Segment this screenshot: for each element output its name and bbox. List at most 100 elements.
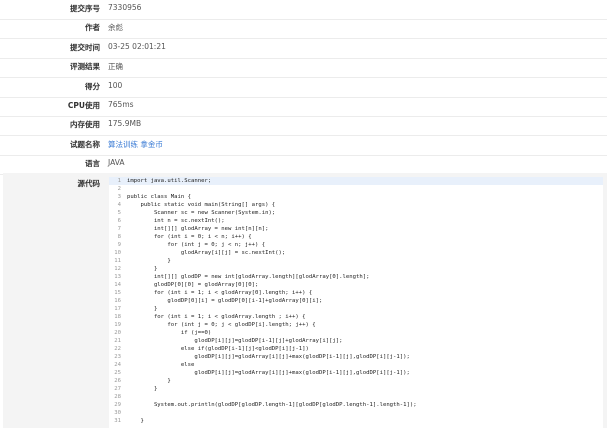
line-number: 25 — [114, 370, 121, 376]
code-text: glodDP[0][0] = glodArray[0][0]; — [127, 282, 259, 288]
code-line: 27 } — [109, 385, 603, 393]
code-line: 12 } — [109, 265, 603, 273]
code-line: 15 for (int i = 1; i < glodArray[0].leng… — [109, 289, 603, 297]
judge-result-label: 评测结果 — [70, 62, 100, 72]
code-text: } — [127, 418, 144, 424]
author-label: 作者 — [85, 23, 100, 33]
line-number: 28 — [114, 394, 121, 400]
score-value: 100 — [108, 80, 123, 90]
code-line: 9 for (int j = 0; j < n; j++) { — [109, 241, 603, 249]
code-line: 24 else — [109, 361, 603, 369]
code-line: 28 — [109, 393, 603, 401]
line-number: 21 — [114, 338, 121, 344]
code-line: 29 System.out.println(glodDP[glodDP.leng… — [109, 401, 603, 409]
line-number: 3 — [117, 194, 121, 200]
line-number: 7 — [117, 226, 121, 232]
submission-id-label: 提交序号 — [70, 4, 100, 13]
code-line: 11 } — [109, 257, 603, 265]
code-text: public static void main(String[] args) { — [127, 202, 276, 208]
submission-id-value: 7330956 — [108, 3, 142, 12]
code-line: 30 — [109, 409, 603, 417]
submit-time-row: 提交时间 03-25 02:01:21 — [0, 39, 607, 59]
code-line: 25 glodDP[i][j]=glodArray[i][j]+max(glod… — [109, 369, 603, 377]
cpu-usage-label: CPU使用 — [67, 101, 100, 110]
code-text: import java.util.Scanner; — [127, 178, 212, 184]
line-number: 9 — [117, 242, 121, 248]
line-number: 15 — [114, 290, 121, 296]
code-line: 4 public static void main(String[] args)… — [109, 201, 603, 209]
line-number: 1 — [117, 178, 121, 184]
line-number: 11 — [114, 258, 121, 264]
author-value: 余彪 — [108, 23, 123, 33]
line-number: 13 — [114, 274, 121, 280]
problem-name-value[interactable]: 算法训练 拿金币 — [108, 139, 163, 150]
author-row: 作者 余彪 — [0, 19, 607, 40]
code-text: int[][] glodArray = new int[n][n]; — [127, 226, 269, 232]
code-line: 5 Scanner sc = new Scanner(System.in); — [109, 209, 603, 217]
judge-result-row: 评测结果 正确 — [0, 58, 607, 79]
code-text: int[][] glodDP = new int[glodArray.lengt… — [127, 274, 370, 280]
line-number: 19 — [114, 322, 121, 328]
line-number: 26 — [114, 378, 121, 384]
line-number: 23 — [114, 354, 121, 360]
code-text: int n = sc.nextInt(); — [127, 218, 225, 224]
code-line: 3 public class Main { — [109, 193, 603, 201]
line-number: 27 — [114, 386, 121, 392]
code-line: 23 glodDP[i][j]=glodArray[i][j]+max(glod… — [109, 353, 603, 361]
score-label: 得分 — [85, 81, 100, 91]
line-number: 29 — [114, 402, 121, 408]
submit-time-value: 03-25 02:01:21 — [108, 41, 166, 51]
code-line: 10 glodArray[i][j] = sc.nextInt(); — [109, 249, 603, 257]
code-line: 20 if (j==0) — [109, 329, 603, 337]
code-line: 6 int n = sc.nextInt(); — [109, 217, 603, 225]
code-line: 14 glodDP[0][0] = glodArray[0][0]; — [109, 281, 603, 289]
code-text: glodDP[0][i] = glodDP[0][i-1]+glodArray[… — [127, 298, 323, 304]
code-line: 7 int[][] glodArray = new int[n][n]; — [109, 225, 603, 233]
line-number: 20 — [114, 330, 121, 336]
code-text: } — [127, 266, 158, 272]
code-text: } — [127, 306, 158, 312]
source-code-box[interactable]: 1 import java.util.Scanner; 2 3 public class… — [109, 177, 603, 428]
line-number: 14 — [114, 282, 121, 288]
code-text: else — [127, 362, 195, 368]
line-number: 22 — [114, 346, 121, 352]
code-text: glodDP[i][j]=glodDP[i-1][j]+glodArray[i]… — [127, 338, 343, 344]
code-text: glodArray[i][j] = sc.nextInt(); — [127, 250, 286, 256]
code-text: glodDP[i][j]=glodArray[i][j]+max(glodDP[… — [127, 370, 410, 376]
code-text: for (int j = 0; j < n; j++) { — [127, 242, 266, 248]
line-number: 30 — [114, 410, 121, 416]
line-number: 8 — [117, 234, 121, 240]
line-number: 18 — [114, 314, 121, 320]
code-line: 17 } — [109, 305, 603, 313]
memory-usage-row: 内存使用 175.9MB — [0, 116, 607, 137]
submit-time-label: 提交时间 — [70, 42, 100, 52]
memory-usage-value: 175.9MB — [108, 119, 142, 129]
code-text: public class Main { — [127, 194, 191, 200]
line-number: 31 — [114, 418, 121, 424]
code-text: Scanner sc = new Scanner(System.in); — [127, 210, 276, 216]
code-line: 1 import java.util.Scanner; — [109, 177, 603, 185]
code-line: 18 for (int i = 1; i < glodArray.length … — [109, 313, 603, 321]
cpu-usage-row: CPU使用 765ms — [0, 97, 607, 117]
judge-result-value: 正确 — [108, 62, 123, 72]
line-number: 16 — [114, 298, 121, 304]
cpu-usage-value: 765ms — [108, 100, 134, 109]
code-text: glodDP[i][j]=glodArray[i][j]+max(glodDP[… — [127, 354, 410, 360]
code-text: else if(glodDP[i-1][j]<glodDP[i][j-1]) — [127, 346, 309, 352]
code-text: for (int i = 0; i < n; i++) { — [127, 234, 252, 240]
code-line: 13 int[][] glodDP = new int[glodArray.le… — [109, 273, 603, 281]
code-line: 2 — [109, 185, 603, 193]
line-number: 17 — [114, 306, 121, 312]
code-text: for (int j = 0; j < glodDP[i].length; j+… — [127, 322, 316, 328]
code-line: 16 glodDP[0][i] = glodDP[0][i-1]+glodArr… — [109, 297, 603, 305]
code-line: 19 for (int j = 0; j < glodDP[i].length;… — [109, 321, 603, 329]
language-value: JAVA — [108, 158, 125, 168]
code-text: } — [127, 386, 158, 392]
code-text: System.out.println(glodDP[glodDP.length-… — [127, 402, 417, 408]
language-label: 语言 — [85, 159, 100, 169]
problem-name-row: 试题名称 算法训练 拿金币 — [0, 136, 607, 156]
code-line: 22 else if(glodDP[i-1][j]<glodDP[i][j-1]… — [109, 345, 603, 353]
code-line: 26 } — [109, 377, 603, 385]
line-number: 2 — [117, 186, 121, 192]
code-text: } — [127, 258, 171, 264]
